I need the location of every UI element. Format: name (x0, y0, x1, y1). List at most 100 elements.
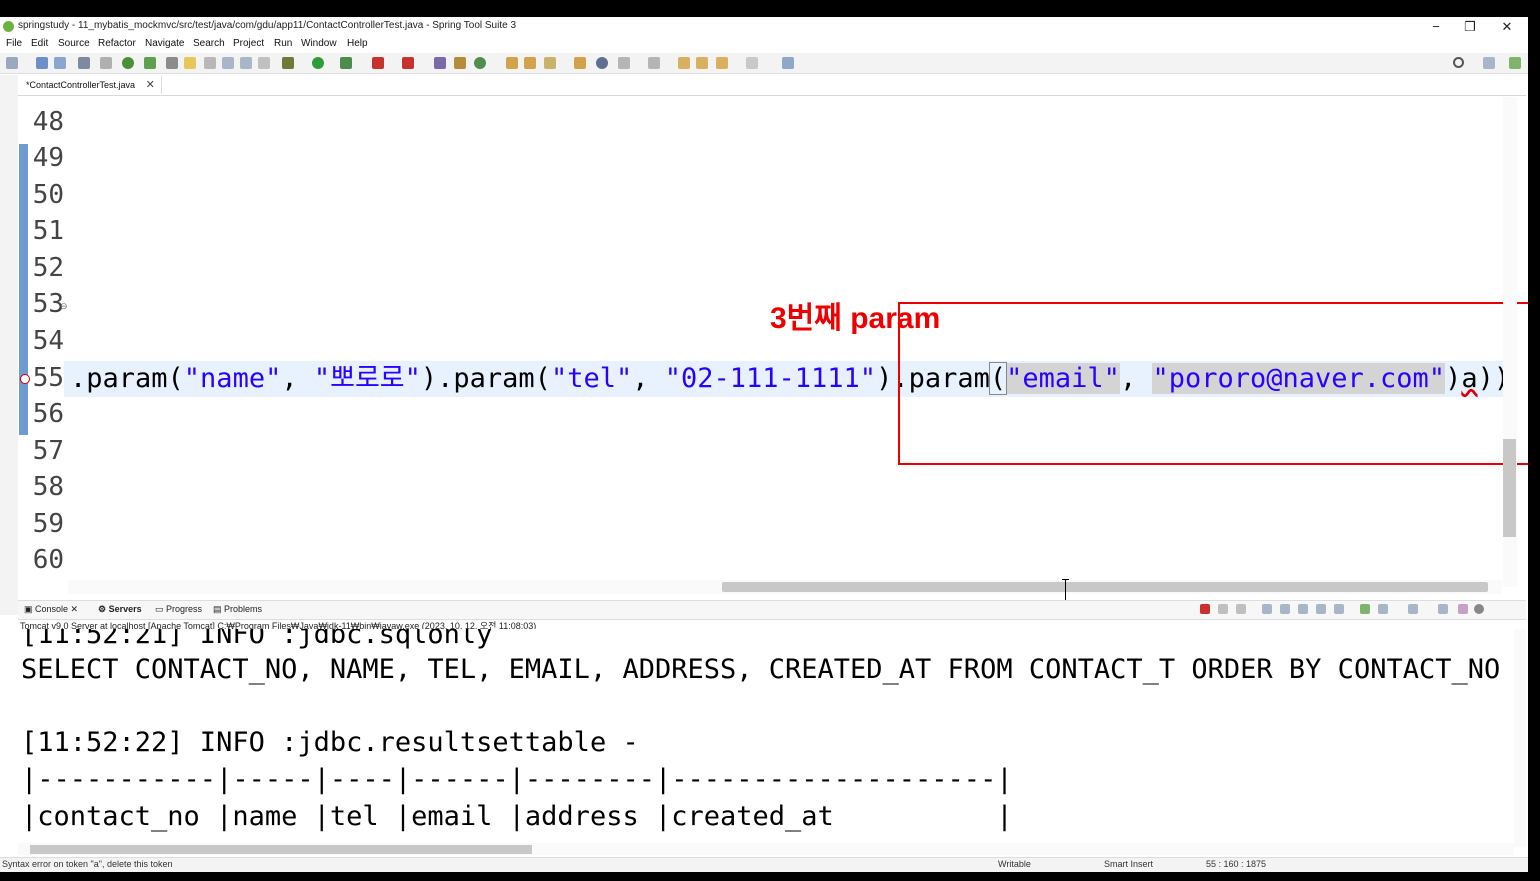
restore-button[interactable]: ❐ (1452, 17, 1488, 37)
clear-console-icon[interactable] (1262, 604, 1272, 614)
window-title: springstudy - 11_mybatis_mockmvc/src/tes… (18, 20, 517, 31)
stop-icon[interactable] (372, 57, 384, 69)
tab-servers[interactable]: ⚙ Servers (98, 604, 142, 615)
save-icon[interactable] (36, 57, 48, 69)
tab-contactcontrollertest[interactable]: *ContactControllerTest.java ✕ (20, 76, 162, 94)
close-icon[interactable]: ✕ (146, 79, 155, 91)
menu-edit[interactable]: Edit (31, 38, 48, 49)
search-tool-icon[interactable] (544, 57, 556, 69)
editor-tab-bar: *ContactControllerTest.java ✕ (18, 75, 1526, 96)
terminal-icon[interactable] (78, 57, 90, 69)
menu-bar: File Edit Source Refactor Navigate Searc… (0, 37, 1528, 53)
tab-problems[interactable]: ▤ Problems (213, 604, 262, 615)
last-edit-icon[interactable] (678, 57, 690, 69)
open-type-icon[interactable] (166, 57, 178, 69)
line-number: 52 (32, 253, 64, 283)
tab-console[interactable]: ▣ Console ✕ (24, 604, 78, 615)
forward-icon[interactable] (746, 57, 758, 69)
tab-label: Console (35, 604, 69, 614)
editor-vertical-scroll-thumb[interactable] (1503, 439, 1516, 537)
menu-source[interactable]: Source (58, 38, 90, 49)
open-folder-icon[interactable] (506, 57, 518, 69)
coverage-icon[interactable] (340, 57, 352, 69)
remove-all-icon[interactable] (1236, 604, 1246, 614)
editor-horizontal-scroll-thumb[interactable] (722, 582, 1488, 592)
menu-navigate[interactable]: Navigate (145, 38, 184, 49)
bottom-panel-tabs: ▣ Console ✕ ⚙ Servers ▭ Progress ▤ Probl… (18, 600, 1526, 620)
display-console-icon[interactable] (1378, 604, 1388, 614)
console-options-icon[interactable] (1438, 604, 1448, 614)
mark-occurrences-icon[interactable] (184, 57, 196, 69)
line-number: 51 (32, 216, 64, 246)
tab-progress[interactable]: ▭ Progress (155, 604, 202, 615)
boot-dashboard-icon[interactable] (122, 57, 134, 69)
pin-console-icon[interactable] (1360, 604, 1370, 614)
menu-refactor[interactable]: Refactor (98, 38, 136, 49)
status-cursor-position: 55 : 160 : 1875 (1206, 859, 1267, 869)
history-icon[interactable] (696, 57, 708, 69)
save-all-icon[interactable] (54, 57, 66, 69)
open-console-icon[interactable] (1408, 604, 1418, 614)
open-perspective-icon[interactable] (1483, 57, 1495, 69)
menu-run[interactable]: Run (274, 38, 292, 49)
minimize-button[interactable]: − (1418, 17, 1454, 37)
scroll-lock-icon[interactable] (1280, 604, 1290, 614)
back-icon[interactable] (716, 57, 728, 69)
fold-icon[interactable]: ⊖ (60, 301, 68, 312)
console-line: [11:52:22] INFO :jdbc.resultsettable - (21, 727, 639, 758)
menu-file[interactable]: File (6, 38, 22, 49)
menu-help[interactable]: Help (347, 38, 368, 49)
pilcrow-icon[interactable] (258, 57, 270, 69)
gear-icon[interactable] (1474, 604, 1484, 614)
pin-editor-icon[interactable] (782, 57, 794, 69)
globe-icon[interactable] (596, 57, 608, 69)
refresh-icon[interactable] (144, 57, 156, 69)
ide-window: springstudy - 11_mybatis_mockmvc/src/tes… (0, 17, 1528, 872)
console-horizontal-scroll-thumb[interactable] (30, 845, 532, 854)
string-literal: "name" (183, 363, 282, 394)
code-token: .param( (70, 363, 184, 394)
tab-label: Servers (108, 604, 142, 614)
menu-window[interactable]: Window (301, 38, 337, 49)
annotation-icon[interactable] (574, 57, 586, 69)
search-icon[interactable] (1453, 57, 1464, 68)
code-token: ) (876, 363, 893, 394)
new-class-icon[interactable] (474, 57, 486, 69)
remove-launch-icon[interactable] (1218, 604, 1228, 614)
status-writable: Writable (998, 859, 1031, 869)
new-java-project-icon[interactable] (434, 57, 446, 69)
run-icon[interactable] (312, 57, 324, 69)
code-token: , (281, 363, 314, 394)
show-whitespace-icon[interactable] (240, 57, 252, 69)
open-task-icon[interactable] (524, 57, 536, 69)
next-annotation-icon[interactable] (618, 57, 630, 69)
status-message: Syntax error on token "a", delete this t… (2, 859, 173, 869)
boot-icon[interactable] (1458, 604, 1468, 614)
new-package-icon[interactable] (454, 57, 466, 69)
close-button[interactable]: ✕ (1489, 17, 1525, 37)
menu-search[interactable]: Search (193, 38, 225, 49)
status-bar: Syntax error on token "a", delete this t… (0, 857, 1528, 872)
show-stdout-icon[interactable] (1316, 604, 1326, 614)
text-cursor-icon (1062, 579, 1070, 601)
show-stderr-icon[interactable] (1334, 604, 1344, 614)
debug-icon[interactable] (282, 57, 294, 69)
word-wrap-icon[interactable] (222, 57, 234, 69)
tab-label: Progress (166, 604, 203, 614)
error-icon[interactable] (20, 374, 30, 384)
console-output[interactable]: [11:52:21] INFO :jdbc.sqlonly SELECT CON… (18, 629, 1514, 847)
menu-project[interactable]: Project (233, 38, 264, 49)
console-line: |contact_no |name |tel |email |address |… (21, 801, 1013, 832)
block-selection-icon[interactable] (204, 57, 216, 69)
new-icon[interactable] (6, 57, 18, 69)
java-perspective-icon[interactable] (1509, 57, 1521, 69)
external-tools-icon[interactable] (402, 57, 414, 69)
word-wrap-console-icon[interactable] (1298, 604, 1308, 614)
status-insert-mode: Smart Insert (1104, 859, 1154, 869)
prev-annotation-icon[interactable] (648, 57, 660, 69)
skip-breakpoints-icon[interactable] (100, 57, 112, 69)
console-vertical-scrollbar[interactable] (1514, 629, 1526, 847)
console-line: |-----------|-----|----|------|--------|… (21, 764, 1013, 795)
terminate-icon[interactable] (1200, 604, 1210, 614)
line-number: 55 (32, 363, 64, 393)
